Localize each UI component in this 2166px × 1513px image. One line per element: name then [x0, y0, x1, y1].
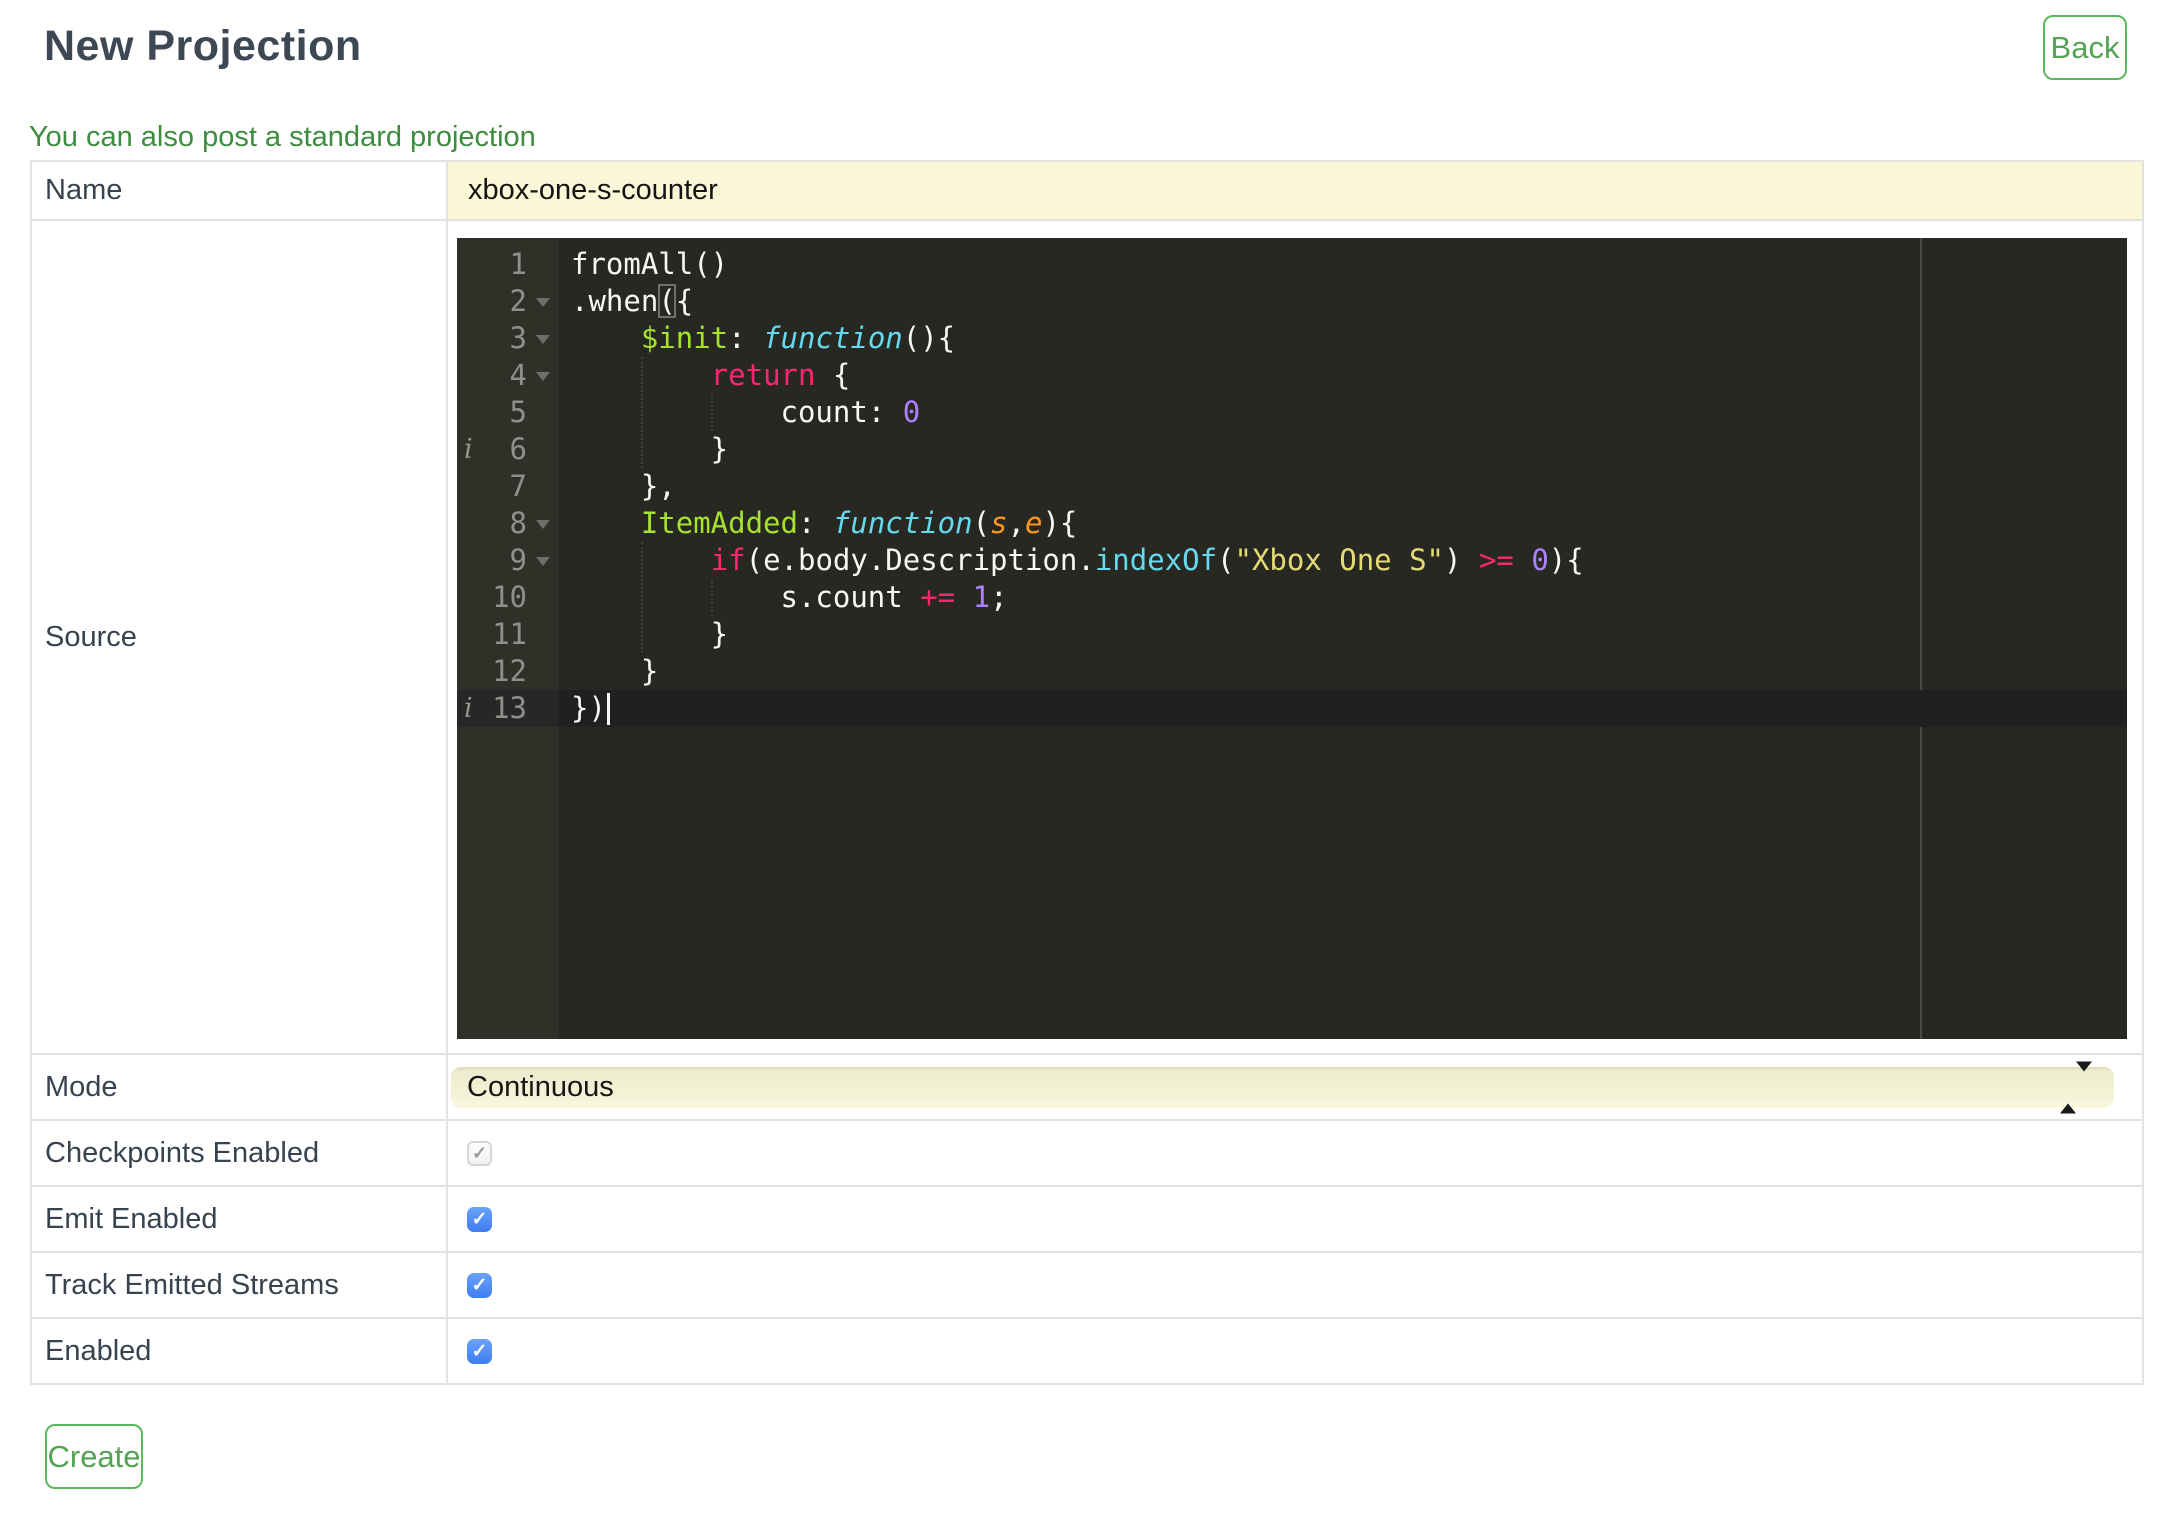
line-number: 12: [492, 654, 527, 688]
info-annotation-icon: i: [464, 434, 473, 465]
enabled-value-cell: ✓: [448, 1319, 2142, 1383]
code-line-13: }): [559, 690, 2127, 727]
line-number: 2: [509, 284, 527, 318]
code-line-10: s.count += 1;: [571, 580, 1008, 614]
track-row: Track Emitted Streams ✓: [32, 1251, 2142, 1317]
mode-selected-value: Continuous: [467, 1071, 614, 1103]
fold-arrow-icon[interactable]: [536, 335, 550, 344]
chevron-down-icon: [2076, 1061, 2092, 1103]
mode-select[interactable]: Continuous: [451, 1061, 2114, 1113]
line-number: 1: [509, 247, 527, 281]
code-line-8: ItemAdded: function(s,e){: [640, 506, 1078, 540]
gutter-line-11: 11: [457, 616, 559, 653]
chevron-up-icon: [2060, 1071, 2076, 1113]
gutter-line-2: 2: [457, 283, 559, 320]
code-line-11: }: [571, 617, 729, 651]
enabled-label: Enabled: [32, 1319, 448, 1383]
checkpoints-value-cell: ✓: [448, 1121, 2142, 1185]
line-number: 13: [492, 691, 527, 725]
checkpoints-checkbox: ✓: [467, 1141, 492, 1166]
create-button[interactable]: Create: [45, 1424, 143, 1489]
line-number: 10: [492, 580, 527, 614]
fold-arrow-icon[interactable]: [536, 520, 550, 529]
select-stepper-icon: [2060, 1061, 2092, 1113]
line-number: 9: [509, 543, 527, 577]
enabled-row: Enabled ✓: [32, 1317, 2142, 1383]
emit-label: Emit Enabled: [32, 1187, 448, 1251]
name-label: Name: [32, 162, 448, 219]
info-annotation-icon: i: [464, 693, 473, 724]
code-line-3: $init: function(){: [640, 321, 956, 355]
track-label: Track Emitted Streams: [32, 1253, 448, 1317]
editor-gutter: 1 2 3 4 5 i 6 7 8 9 10 11 12 i 13: [457, 238, 559, 1039]
emit-value-cell: ✓: [448, 1187, 2142, 1251]
line-number: 5: [509, 395, 527, 429]
gutter-line-4: 4: [457, 357, 559, 394]
mode-value-cell: Continuous: [448, 1055, 2142, 1119]
line-number: 6: [509, 432, 527, 466]
checkpoints-row: Checkpoints Enabled ✓: [32, 1119, 2142, 1185]
code-line-1: fromAll(): [571, 247, 729, 281]
line-number: 11: [492, 617, 527, 651]
gutter-line-8: 8: [457, 505, 559, 542]
gutter-line-3: 3: [457, 320, 559, 357]
source-label: Source: [32, 221, 448, 1053]
gutter-line-1: 1: [457, 246, 559, 283]
new-projection-form: Name xbox-one-s-counter Source 12345i678…: [30, 160, 2144, 1385]
code-line-2: .when({: [571, 284, 694, 318]
code-line-5: count: 0: [571, 395, 921, 429]
code-line-9: if(e.body.Description.indexOf("Xbox One …: [710, 543, 1584, 577]
standard-projection-link[interactable]: You can also post a standard projection: [29, 121, 536, 154]
fold-arrow-icon[interactable]: [536, 557, 550, 566]
checkpoints-label: Checkpoints Enabled: [32, 1121, 448, 1185]
code-line-12: }: [571, 654, 659, 688]
code-line-6: }: [571, 432, 729, 466]
enabled-checkbox[interactable]: ✓: [467, 1339, 492, 1364]
gutter-line-12: 12: [457, 653, 559, 690]
source-row: Source 1 2 3 4 5 i 6 7 8 9 10 11 12 i 13 fromAll() .whe…: [32, 219, 2142, 1053]
emit-row: Emit Enabled ✓: [32, 1185, 2142, 1251]
fold-arrow-icon[interactable]: [536, 298, 550, 307]
source-code-editor[interactable]: 1 2 3 4 5 i 6 7 8 9 10 11 12 i 13 fromAll() .when({ $in…: [457, 238, 2127, 1039]
fold-arrow-icon[interactable]: [536, 372, 550, 381]
mode-label: Mode: [32, 1055, 448, 1119]
editor-code-lines[interactable]: fromAll() .when({ $init: function(){ retu…: [559, 238, 2127, 1039]
track-value-cell: ✓: [448, 1253, 2142, 1317]
mode-row: Mode Continuous: [32, 1053, 2142, 1119]
text-cursor: [606, 693, 610, 725]
code-line-4: return {: [710, 358, 851, 392]
line-number: 4: [509, 358, 527, 392]
gutter-line-7: 7: [457, 468, 559, 505]
code-line-7: },: [571, 469, 676, 503]
source-value-cell: 1 2 3 4 5 i 6 7 8 9 10 11 12 i 13 fromAll() .when({ $in…: [448, 221, 2142, 1053]
name-row: Name xbox-one-s-counter: [32, 162, 2142, 219]
name-value-cell: xbox-one-s-counter: [448, 162, 2142, 219]
line-number: 8: [509, 506, 527, 540]
gutter-line-9: 9: [457, 542, 559, 579]
gutter-line-10: 10: [457, 579, 559, 616]
line-number: 3: [509, 321, 527, 355]
back-button[interactable]: Back: [2043, 15, 2127, 80]
emit-enabled-checkbox[interactable]: ✓: [467, 1207, 492, 1232]
gutter-line-13: i 13: [457, 690, 559, 727]
projection-name-input[interactable]: xbox-one-s-counter: [448, 162, 2142, 219]
gutter-line-5: 5: [457, 394, 559, 431]
page-title: New Projection: [44, 22, 362, 70]
line-number: 7: [509, 469, 527, 503]
gutter-line-6: i6: [457, 431, 559, 468]
track-emitted-streams-checkbox[interactable]: ✓: [467, 1273, 492, 1298]
